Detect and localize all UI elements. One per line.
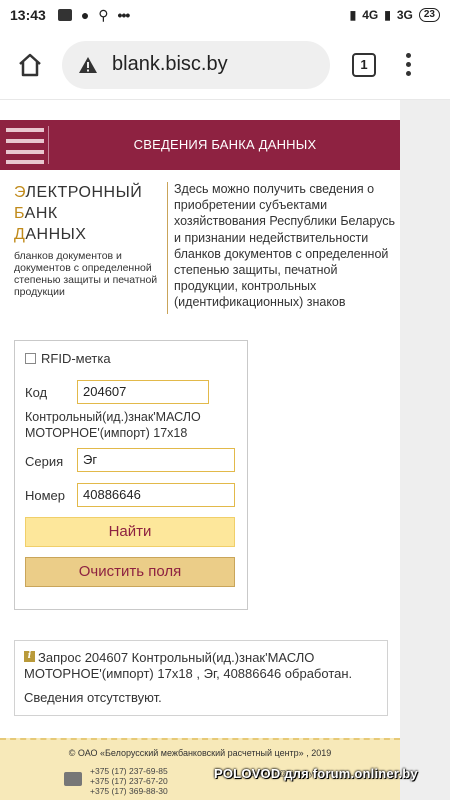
logo-word-2: АНК bbox=[24, 205, 58, 222]
chat-icon: ● bbox=[80, 7, 90, 23]
find-button[interactable]: Найти bbox=[25, 517, 235, 547]
logo-subtitle: бланков документов и документов с опреде… bbox=[14, 250, 158, 298]
header-banner: СВЕДЕНИЯ БАНКА ДАННЫХ bbox=[0, 120, 400, 170]
result-status: Сведения отсутствуют. bbox=[24, 690, 162, 705]
search-form: RFID-метка Код 204607 Контрольный(ид.)зн… bbox=[14, 340, 248, 610]
home-icon bbox=[19, 53, 41, 76]
notification-icons: ● ⚲ ••• bbox=[57, 6, 131, 24]
code-input[interactable]: 204607 bbox=[77, 380, 209, 404]
logo-word-3: АННЫХ bbox=[25, 226, 87, 243]
battery-icon: 23 bbox=[418, 8, 440, 22]
browser-toolbar: blank.bisc.by 1 bbox=[0, 30, 450, 100]
phone-number[interactable]: +375 (17) 237-69-85 bbox=[90, 766, 168, 776]
number-label: Номер bbox=[25, 488, 66, 503]
rfid-checkbox-row[interactable]: RFID-метка bbox=[25, 351, 111, 366]
series-label: Серия bbox=[25, 454, 64, 469]
page-gutter bbox=[400, 100, 450, 800]
logo-word-1: ЛЕКТРОННЫЙ bbox=[25, 184, 143, 201]
url-text: blank.bisc.by bbox=[112, 53, 228, 75]
site-description: Здесь можно получить сведения о приобрет… bbox=[174, 182, 396, 310]
number-input[interactable]: 40886646 bbox=[77, 483, 235, 507]
watermark-text: POLOVOD для forum.onliner.by bbox=[214, 766, 418, 781]
series-input[interactable]: Эг bbox=[77, 448, 235, 472]
rfid-label: RFID-метка bbox=[41, 351, 111, 366]
search-notification-icon: ⚲ bbox=[98, 6, 109, 23]
network-4g-label: 4G bbox=[362, 8, 379, 22]
phone-list: +375 (17) 237-69-85 +375 (17) 237-67-20 … bbox=[90, 766, 168, 796]
code-description: Контрольный(ид.)знак'МАСЛО МОТОРНОЕ'(имп… bbox=[25, 410, 201, 440]
warning-icon bbox=[78, 56, 98, 74]
logo-cap-3: Д bbox=[14, 226, 26, 243]
web-page: СВЕДЕНИЯ БАНКА ДАННЫХ ЭЛЕКТРОННЫЙ БАНК Д… bbox=[0, 100, 450, 800]
overflow-menu-icon[interactable] bbox=[398, 53, 418, 76]
more-notifications-icon: ••• bbox=[117, 7, 131, 23]
status-time: 13:43 bbox=[10, 7, 46, 23]
home-button[interactable] bbox=[10, 45, 50, 85]
message-icon bbox=[57, 9, 72, 21]
tab-switcher-button[interactable]: 1 bbox=[352, 52, 376, 77]
signal-icon-2: ▮ bbox=[384, 8, 391, 22]
result-panel: i Запрос 204607 Контрольный(ид.)знак'МАС… bbox=[14, 640, 388, 716]
logo-cap-1: Э bbox=[14, 184, 26, 201]
site-logo: ЭЛЕКТРОННЫЙ БАНК ДАННЫХ bbox=[14, 182, 164, 245]
phone-number[interactable]: +375 (17) 369-88-30 bbox=[90, 786, 168, 796]
signal-icon: ▮ bbox=[349, 8, 357, 22]
network-3g-label: 3G bbox=[396, 8, 413, 22]
rfid-checkbox[interactable] bbox=[25, 353, 36, 364]
page-title: СВЕДЕНИЯ БАНКА ДАННЫХ bbox=[133, 137, 317, 152]
copyright-text: © ОАО «Белорусский межбанковский расчетн… bbox=[68, 748, 332, 758]
address-bar[interactable]: blank.bisc.by bbox=[62, 40, 330, 89]
phone-icon bbox=[64, 772, 82, 786]
banner-divider bbox=[48, 126, 49, 164]
result-message: Запрос 204607 Контрольный(ид.)знак'МАСЛО… bbox=[24, 650, 353, 681]
hamburger-menu-icon[interactable] bbox=[6, 126, 44, 164]
phone-number[interactable]: +375 (17) 237-67-20 bbox=[90, 776, 168, 786]
status-bar: 13:43 ● ⚲ ••• ▮ 4G ▮ 3G 23 bbox=[0, 0, 450, 30]
clear-fields-button[interactable]: Очистить поля bbox=[25, 557, 235, 587]
logo-cap-2: Б bbox=[14, 205, 25, 222]
code-label: Код bbox=[25, 385, 48, 400]
vertical-divider bbox=[167, 182, 168, 314]
